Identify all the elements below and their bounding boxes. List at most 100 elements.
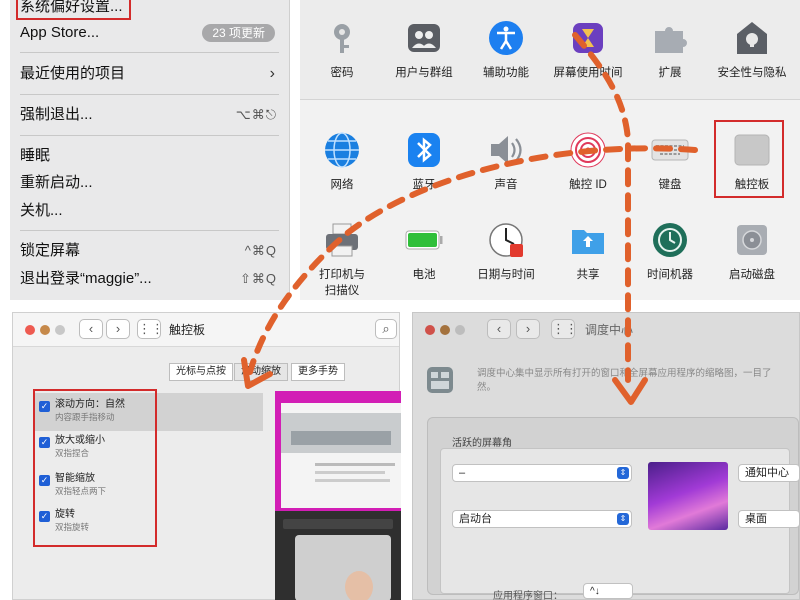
pref-label-line2: 扫描仪 bbox=[324, 285, 360, 297]
pref-label: 启动磁盘 bbox=[729, 269, 775, 281]
menu-separator bbox=[20, 230, 279, 231]
lock-screen-shortcut: ^⌘Q bbox=[244, 243, 277, 258]
top-right-corner-select[interactable]: 通知中心 bbox=[738, 464, 800, 482]
tab-point-click[interactable]: 光标与点按 bbox=[169, 363, 233, 381]
date-time-icon bbox=[486, 220, 526, 260]
pref-label: 安全性与隐私 bbox=[717, 67, 787, 79]
pref-startup-disk[interactable]: 启动磁盘 bbox=[710, 220, 794, 282]
pref-label: 声音 bbox=[494, 179, 518, 191]
window-title: 触控板 bbox=[169, 323, 206, 337]
menu-item-app-store-label: App Store... bbox=[20, 24, 100, 41]
pref-label-line1: 打印机与 bbox=[319, 269, 365, 281]
menu-item-force-quit[interactable]: 强制退出... ⌥⌘⎋ bbox=[20, 102, 281, 128]
pref-date-time[interactable]: 日期与时间 bbox=[464, 220, 548, 282]
back-button[interactable]: ‹ bbox=[79, 319, 103, 339]
pref-label: 时间机器 bbox=[647, 269, 693, 281]
show-all-icon[interactable]: ⋮⋮ bbox=[551, 319, 578, 339]
menu-item-restart[interactable]: 重新启动... bbox=[20, 170, 281, 196]
pref-extensions[interactable]: 扩展 bbox=[628, 18, 712, 80]
pref-label: 键盘 bbox=[658, 179, 682, 191]
window-title: 调度中心 bbox=[585, 323, 634, 337]
close-button[interactable] bbox=[425, 325, 435, 335]
menu-item-recent-items[interactable]: 最近使用的项目 › bbox=[20, 61, 281, 87]
select-value: – bbox=[459, 467, 466, 479]
pref-label: 密码 bbox=[330, 67, 354, 79]
tab-more-gestures[interactable]: 更多手势 bbox=[291, 363, 345, 381]
search-icon[interactable]: ⌕ bbox=[375, 319, 397, 339]
bluetooth-icon bbox=[404, 130, 444, 170]
zoom-button[interactable] bbox=[455, 325, 465, 335]
pref-label: 触控 ID bbox=[569, 179, 607, 191]
mission-control-window: ‹ › ⋮⋮ 调度中心 调度中心集中显示所有打开的窗口和全屏幕应用程序的缩略图，… bbox=[412, 312, 800, 600]
logout-shortcut: ⇧⌘Q bbox=[239, 271, 277, 286]
tab-scroll-zoom[interactable]: 滚动缩放 bbox=[234, 363, 288, 381]
pref-screen-time[interactable]: 屏幕使用时间 bbox=[546, 18, 630, 80]
close-button[interactable] bbox=[25, 325, 35, 335]
users-groups-icon bbox=[404, 18, 444, 58]
pref-keyboard[interactable]: 键盘 bbox=[628, 130, 712, 192]
chevron-updown-icon: ⇕ bbox=[617, 513, 629, 525]
system-preferences-highlight: 系统偏好设置... bbox=[16, 0, 131, 20]
printer-icon bbox=[322, 220, 362, 260]
menu-item-shutdown[interactable]: 关机... bbox=[20, 198, 281, 224]
menu-separator bbox=[20, 52, 279, 53]
trackpad-titlebar: ‹ › ⋮⋮ 触控板 ⌕ bbox=[13, 313, 399, 347]
time-machine-icon bbox=[650, 220, 690, 260]
menu-item-sleep-label: 睡眠 bbox=[20, 147, 51, 164]
menu-item-app-store[interactable]: App Store... 23 项更新 bbox=[20, 20, 281, 46]
force-quit-shortcut: ⌥⌘⎋ bbox=[235, 107, 277, 122]
updates-badge: 23 项更新 bbox=[202, 24, 275, 42]
pref-passwords[interactable]: 密码 bbox=[300, 18, 384, 80]
bottom-right-corner-select[interactable]: 桌面 bbox=[738, 510, 800, 528]
minimize-button[interactable] bbox=[40, 325, 50, 335]
network-icon bbox=[322, 130, 362, 170]
pref-touch-id[interactable]: 触控 ID bbox=[546, 130, 630, 192]
gesture-preview-video bbox=[275, 391, 401, 600]
chevron-updown-icon: ⇕ bbox=[617, 467, 629, 479]
battery-icon bbox=[404, 220, 444, 260]
menu-separator bbox=[20, 94, 279, 95]
show-all-icon[interactable]: ⋮⋮ bbox=[137, 319, 164, 339]
pref-sound[interactable]: 声音 bbox=[464, 130, 548, 192]
top-left-corner-select[interactable]: – ⇕ bbox=[452, 464, 632, 482]
pref-accessibility[interactable]: 辅助功能 bbox=[464, 18, 548, 80]
trackpad-window: ‹ › ⋮⋮ 触控板 ⌕ 光标与点按 滚动缩放 更多手势 ✓ 滚动方向：自然 内… bbox=[12, 312, 401, 600]
menu-separator bbox=[20, 135, 279, 136]
menu-item-sleep[interactable]: 睡眠 bbox=[20, 143, 281, 169]
select-value: 通知中心 bbox=[745, 467, 789, 479]
trackpad-highlight-box bbox=[714, 120, 784, 198]
menu-item-lock-screen-label: 锁定屏幕 bbox=[20, 242, 81, 259]
menu-item-force-quit-label: 强制退出... bbox=[20, 106, 93, 123]
key-icon bbox=[322, 18, 362, 58]
mission-titlebar: ‹ › ⋮⋮ 调度中心 bbox=[413, 313, 799, 347]
pref-printers-scanners[interactable]: 打印机与 扫描仪 bbox=[300, 220, 384, 298]
menu-item-lock-screen[interactable]: 锁定屏幕 ^⌘Q bbox=[20, 238, 281, 264]
pref-security-privacy[interactable]: 安全性与隐私 bbox=[710, 18, 794, 80]
pref-label: 电池 bbox=[412, 269, 436, 281]
pref-battery[interactable]: 电池 bbox=[382, 220, 466, 282]
pref-label: 用户与群组 bbox=[395, 67, 453, 79]
forward-button[interactable]: › bbox=[516, 319, 540, 339]
forward-button[interactable]: › bbox=[106, 319, 130, 339]
screen-time-icon bbox=[568, 18, 608, 58]
pref-bluetooth[interactable]: 蓝牙 bbox=[382, 130, 466, 192]
desktop-preview-image bbox=[648, 462, 728, 530]
sound-icon bbox=[486, 130, 526, 170]
pref-time-machine[interactable]: 时间机器 bbox=[628, 220, 712, 282]
mission-description: 调度中心集中显示所有打开的窗口和全屏幕应用程序的缩略图，一目了然。 bbox=[477, 368, 772, 393]
pref-sharing[interactable]: 共享 bbox=[546, 220, 630, 282]
app-windows-select[interactable]: ^↓ bbox=[583, 583, 633, 599]
menu-item-logout[interactable]: 退出登录“maggie”... ⇧⌘Q bbox=[20, 266, 281, 292]
back-button[interactable]: ‹ bbox=[487, 319, 511, 339]
pref-network[interactable]: 网络 bbox=[300, 130, 384, 192]
pref-users-groups[interactable]: 用户与群组 bbox=[382, 18, 466, 80]
menu-item-system-preferences[interactable]: 系统偏好设置... bbox=[16, 0, 281, 20]
pref-label: 屏幕使用时间 bbox=[553, 67, 623, 79]
pref-label: 共享 bbox=[576, 269, 600, 281]
extensions-icon bbox=[650, 18, 690, 58]
zoom-button[interactable] bbox=[55, 325, 65, 335]
options-highlight-box bbox=[33, 389, 157, 547]
minimize-button[interactable] bbox=[440, 325, 450, 335]
sharing-icon bbox=[568, 220, 608, 260]
bottom-left-corner-select[interactable]: 启动台 ⇕ bbox=[452, 510, 632, 528]
